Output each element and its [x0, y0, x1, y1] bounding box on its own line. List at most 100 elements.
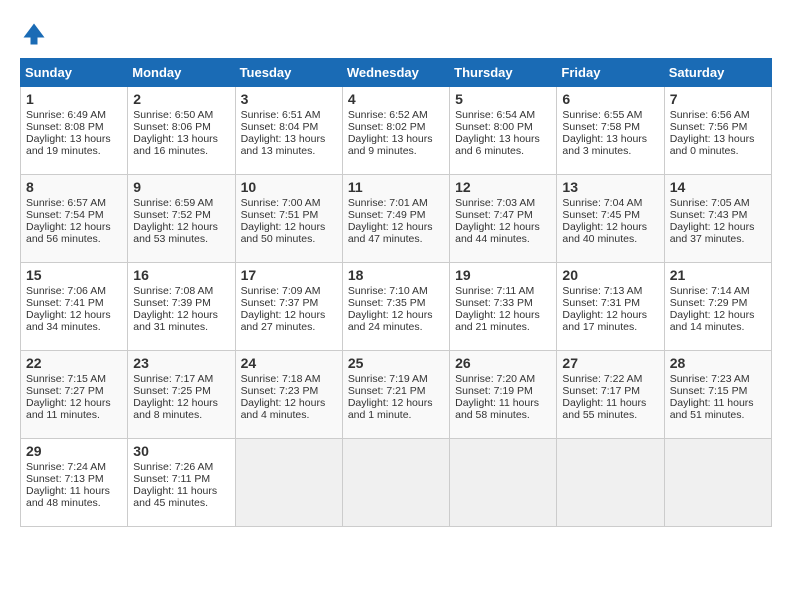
day-number: 23 [133, 355, 229, 371]
calendar-table: SundayMondayTuesdayWednesdayThursdayFrid… [20, 58, 772, 527]
day-number: 9 [133, 179, 229, 195]
day-info-line: Sunrise: 6:55 AM [562, 109, 658, 121]
day-info-line: Daylight: 12 hours [26, 309, 122, 321]
day-info-line: Daylight: 13 hours [455, 133, 551, 145]
day-number: 17 [241, 267, 337, 283]
day-number: 1 [26, 91, 122, 107]
day-info-line: and 8 minutes. [133, 409, 229, 421]
day-info-line: Sunrise: 6:49 AM [26, 109, 122, 121]
day-info-line: Daylight: 11 hours [670, 397, 766, 409]
day-number: 11 [348, 179, 444, 195]
calendar-cell: 20Sunrise: 7:13 AMSunset: 7:31 PMDayligh… [557, 263, 664, 351]
day-number: 16 [133, 267, 229, 283]
day-info-line: Daylight: 12 hours [26, 221, 122, 233]
day-info-line: Sunset: 8:04 PM [241, 121, 337, 133]
calendar-cell: 30Sunrise: 7:26 AMSunset: 7:11 PMDayligh… [128, 439, 235, 527]
calendar-cell: 12Sunrise: 7:03 AMSunset: 7:47 PMDayligh… [450, 175, 557, 263]
day-info-line: and 40 minutes. [562, 233, 658, 245]
day-info-line: Sunrise: 6:51 AM [241, 109, 337, 121]
calendar-cell: 3Sunrise: 6:51 AMSunset: 8:04 PMDaylight… [235, 87, 342, 175]
day-info-line: Daylight: 12 hours [348, 221, 444, 233]
day-info-line: Daylight: 12 hours [455, 221, 551, 233]
day-info-line: Sunrise: 7:03 AM [455, 197, 551, 209]
day-info-line: and 34 minutes. [26, 321, 122, 333]
day-info-line: Daylight: 12 hours [133, 397, 229, 409]
day-info-line: Sunrise: 7:22 AM [562, 373, 658, 385]
day-info-line: Sunset: 7:21 PM [348, 385, 444, 397]
day-info-line: and 48 minutes. [26, 497, 122, 509]
day-info-line: and 0 minutes. [670, 145, 766, 157]
day-number: 4 [348, 91, 444, 107]
day-info-line: Sunrise: 7:06 AM [26, 285, 122, 297]
calendar-cell: 14Sunrise: 7:05 AMSunset: 7:43 PMDayligh… [664, 175, 771, 263]
day-number: 27 [562, 355, 658, 371]
calendar-week-row: 22Sunrise: 7:15 AMSunset: 7:27 PMDayligh… [21, 351, 772, 439]
day-info-line: Sunset: 8:02 PM [348, 121, 444, 133]
day-info-line: Sunset: 7:31 PM [562, 297, 658, 309]
calendar-cell: 6Sunrise: 6:55 AMSunset: 7:58 PMDaylight… [557, 87, 664, 175]
day-number: 13 [562, 179, 658, 195]
day-number: 28 [670, 355, 766, 371]
day-info-line: Daylight: 13 hours [562, 133, 658, 145]
calendar-cell: 27Sunrise: 7:22 AMSunset: 7:17 PMDayligh… [557, 351, 664, 439]
day-info-line: Daylight: 12 hours [133, 221, 229, 233]
day-info-line: Daylight: 11 hours [455, 397, 551, 409]
day-info-line: Sunrise: 7:23 AM [670, 373, 766, 385]
day-info-line: Sunset: 7:11 PM [133, 473, 229, 485]
day-info-line: and 21 minutes. [455, 321, 551, 333]
day-info-line: Daylight: 12 hours [670, 309, 766, 321]
day-number: 22 [26, 355, 122, 371]
calendar-week-row: 29Sunrise: 7:24 AMSunset: 7:13 PMDayligh… [21, 439, 772, 527]
day-info-line: Sunset: 7:19 PM [455, 385, 551, 397]
day-info-line: Daylight: 12 hours [562, 221, 658, 233]
day-info-line: Sunrise: 7:15 AM [26, 373, 122, 385]
day-number: 10 [241, 179, 337, 195]
day-info-line: Sunset: 7:13 PM [26, 473, 122, 485]
calendar-week-row: 15Sunrise: 7:06 AMSunset: 7:41 PMDayligh… [21, 263, 772, 351]
day-info-line: Sunset: 7:41 PM [26, 297, 122, 309]
day-number: 7 [670, 91, 766, 107]
day-info-line: Sunrise: 7:24 AM [26, 461, 122, 473]
day-info-line: Daylight: 12 hours [241, 221, 337, 233]
day-info-line: and 4 minutes. [241, 409, 337, 421]
day-info-line: and 14 minutes. [670, 321, 766, 333]
calendar-cell: 24Sunrise: 7:18 AMSunset: 7:23 PMDayligh… [235, 351, 342, 439]
day-info-line: and 47 minutes. [348, 233, 444, 245]
day-number: 6 [562, 91, 658, 107]
day-info-line: Sunrise: 6:59 AM [133, 197, 229, 209]
day-number: 26 [455, 355, 551, 371]
col-header-thursday: Thursday [450, 59, 557, 87]
day-info-line: and 53 minutes. [133, 233, 229, 245]
logo [20, 20, 52, 48]
day-info-line: Daylight: 13 hours [348, 133, 444, 145]
day-info-line: Daylight: 12 hours [241, 309, 337, 321]
calendar-cell [557, 439, 664, 527]
day-info-line: Sunrise: 7:05 AM [670, 197, 766, 209]
day-info-line: Daylight: 13 hours [241, 133, 337, 145]
day-info-line: Sunrise: 7:04 AM [562, 197, 658, 209]
day-info-line: Sunset: 7:49 PM [348, 209, 444, 221]
day-info-line: and 31 minutes. [133, 321, 229, 333]
calendar-cell: 25Sunrise: 7:19 AMSunset: 7:21 PMDayligh… [342, 351, 449, 439]
calendar-week-row: 1Sunrise: 6:49 AMSunset: 8:08 PMDaylight… [21, 87, 772, 175]
col-header-monday: Monday [128, 59, 235, 87]
day-info-line: and 3 minutes. [562, 145, 658, 157]
calendar-cell: 11Sunrise: 7:01 AMSunset: 7:49 PMDayligh… [342, 175, 449, 263]
day-info-line: Sunset: 7:56 PM [670, 121, 766, 133]
day-info-line: Daylight: 12 hours [26, 397, 122, 409]
day-info-line: and 16 minutes. [133, 145, 229, 157]
col-header-tuesday: Tuesday [235, 59, 342, 87]
calendar-cell: 4Sunrise: 6:52 AMSunset: 8:02 PMDaylight… [342, 87, 449, 175]
day-info-line: Daylight: 12 hours [455, 309, 551, 321]
col-header-wednesday: Wednesday [342, 59, 449, 87]
day-info-line: Sunrise: 6:50 AM [133, 109, 229, 121]
day-info-line: Sunset: 7:33 PM [455, 297, 551, 309]
day-info-line: Sunrise: 7:18 AM [241, 373, 337, 385]
calendar-cell [342, 439, 449, 527]
day-info-line: Daylight: 11 hours [562, 397, 658, 409]
day-info-line: Sunrise: 7:11 AM [455, 285, 551, 297]
calendar-cell: 2Sunrise: 6:50 AMSunset: 8:06 PMDaylight… [128, 87, 235, 175]
day-info-line: and 24 minutes. [348, 321, 444, 333]
col-header-sunday: Sunday [21, 59, 128, 87]
day-info-line: Sunset: 8:06 PM [133, 121, 229, 133]
